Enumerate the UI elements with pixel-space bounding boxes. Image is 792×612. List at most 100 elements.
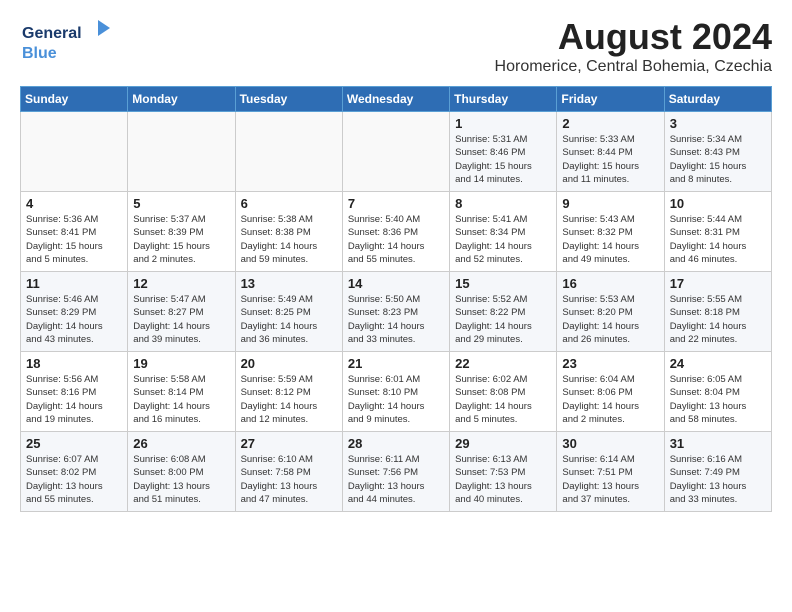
- day-number: 1: [455, 116, 551, 131]
- day-info: Sunrise: 6:16 AM Sunset: 7:49 PM Dayligh…: [670, 453, 766, 506]
- day-info: Sunrise: 6:14 AM Sunset: 7:51 PM Dayligh…: [562, 453, 658, 506]
- calendar-cell: 21 Sunrise: 6:01 AM Sunset: 8:10 PM Dayli…: [342, 352, 449, 432]
- calendar-cell: [342, 112, 449, 192]
- day-info: Sunrise: 6:07 AM Sunset: 8:02 PM Dayligh…: [26, 453, 122, 506]
- day-number: 26: [133, 436, 229, 451]
- day-info: Sunrise: 5:33 AM Sunset: 8:44 PM Dayligh…: [562, 133, 658, 186]
- day-info: Sunrise: 5:41 AM Sunset: 8:34 PM Dayligh…: [455, 213, 551, 266]
- calendar-cell: 27Sunrise: 6:10 AM Sunset: 7:58 PM Dayli…: [235, 432, 342, 512]
- day-number: 24: [670, 356, 766, 371]
- day-number: 3: [670, 116, 766, 131]
- header: General Blue August 2024 Horomerice, Cen…: [20, 16, 772, 76]
- day-info: Sunrise: 5:34 AM Sunset: 8:43 PM Dayligh…: [670, 133, 766, 186]
- calendar-cell: 28Sunrise: 6:11 AM Sunset: 7:56 PM Dayli…: [342, 432, 449, 512]
- day-number: 29: [455, 436, 551, 451]
- day-number: 13: [241, 276, 337, 291]
- header-monday: Monday: [128, 87, 235, 112]
- calendar-cell: [128, 112, 235, 192]
- header-friday: Friday: [557, 87, 664, 112]
- day-info: Sunrise: 5:52 AM Sunset: 8:22 PM Dayligh…: [455, 293, 551, 346]
- day-number: 30: [562, 436, 658, 451]
- day-info: Sunrise: 5:55 AM Sunset: 8:18 PM Dayligh…: [670, 293, 766, 346]
- calendar-cell: 19 Sunrise: 5:58 AM Sunset: 8:14 PM Dayli…: [128, 352, 235, 432]
- calendar-week-1: 1 Sunrise: 5:31 AM Sunset: 8:46 PM Daylig…: [21, 112, 772, 192]
- day-number: 28: [348, 436, 444, 451]
- calendar-cell: 17 Sunrise: 5:55 AM Sunset: 8:18 PM Dayli…: [664, 272, 771, 352]
- day-info: Sunrise: 5:59 AM Sunset: 8:12 PM Dayligh…: [241, 373, 337, 426]
- svg-text:General: General: [22, 25, 82, 42]
- header-tuesday: Tuesday: [235, 87, 342, 112]
- day-info: Sunrise: 6:13 AM Sunset: 7:53 PM Dayligh…: [455, 453, 551, 506]
- day-info: Sunrise: 5:38 AM Sunset: 8:38 PM Dayligh…: [241, 213, 337, 266]
- calendar-cell: 6 Sunrise: 5:38 AM Sunset: 8:38 PM Daylig…: [235, 192, 342, 272]
- day-number: 23: [562, 356, 658, 371]
- calendar-cell: 1 Sunrise: 5:31 AM Sunset: 8:46 PM Daylig…: [450, 112, 557, 192]
- calendar-cell: 22Sunrise: 6:02 AM Sunset: 8:08 PM Dayli…: [450, 352, 557, 432]
- day-info: Sunrise: 5:44 AM Sunset: 8:31 PM Dayligh…: [670, 213, 766, 266]
- day-number: 8: [455, 196, 551, 211]
- calendar-week-3: 11 Sunrise: 5:46 AM Sunset: 8:29 PM Dayli…: [21, 272, 772, 352]
- day-info: Sunrise: 6:08 AM Sunset: 8:00 PM Dayligh…: [133, 453, 229, 506]
- calendar-cell: 11 Sunrise: 5:46 AM Sunset: 8:29 PM Dayli…: [21, 272, 128, 352]
- calendar-cell: 26 Sunrise: 6:08 AM Sunset: 8:00 PM Dayli…: [128, 432, 235, 512]
- day-info: Sunrise: 5:43 AM Sunset: 8:32 PM Dayligh…: [562, 213, 658, 266]
- calendar-cell: 9 Sunrise: 5:43 AM Sunset: 8:32 PM Daylig…: [557, 192, 664, 272]
- day-number: 4: [26, 196, 122, 211]
- day-number: 7: [348, 196, 444, 211]
- calendar-cell: 18 Sunrise: 5:56 AM Sunset: 8:16 PM Dayli…: [21, 352, 128, 432]
- day-info: Sunrise: 5:49 AM Sunset: 8:25 PM Dayligh…: [241, 293, 337, 346]
- logo-svg: General Blue: [20, 16, 110, 64]
- day-info: Sunrise: 5:31 AM Sunset: 8:46 PM Dayligh…: [455, 133, 551, 186]
- calendar-cell: 14 Sunrise: 5:50 AM Sunset: 8:23 PM Dayli…: [342, 272, 449, 352]
- day-info: Sunrise: 5:46 AM Sunset: 8:29 PM Dayligh…: [26, 293, 122, 346]
- day-number: 15: [455, 276, 551, 291]
- calendar-cell: 25Sunrise: 6:07 AM Sunset: 8:02 PM Dayli…: [21, 432, 128, 512]
- calendar-cell: 23Sunrise: 6:04 AM Sunset: 8:06 PM Dayli…: [557, 352, 664, 432]
- calendar-cell: 30 Sunrise: 6:14 AM Sunset: 7:51 PM Dayli…: [557, 432, 664, 512]
- calendar-cell: 3 Sunrise: 5:34 AM Sunset: 8:43 PM Daylig…: [664, 112, 771, 192]
- month-title: August 2024: [495, 16, 772, 58]
- calendar-week-4: 18 Sunrise: 5:56 AM Sunset: 8:16 PM Dayli…: [21, 352, 772, 432]
- day-info: Sunrise: 5:36 AM Sunset: 8:41 PM Dayligh…: [26, 213, 122, 266]
- calendar-cell: 16 Sunrise: 5:53 AM Sunset: 8:20 PM Dayli…: [557, 272, 664, 352]
- day-number: 6: [241, 196, 337, 211]
- header-saturday: Saturday: [664, 87, 771, 112]
- calendar-cell: 13 Sunrise: 5:49 AM Sunset: 8:25 PM Dayli…: [235, 272, 342, 352]
- logo-area: General Blue: [20, 16, 110, 69]
- header-sunday: Sunday: [21, 87, 128, 112]
- calendar-cell: 8 Sunrise: 5:41 AM Sunset: 8:34 PM Daylig…: [450, 192, 557, 272]
- calendar-week-5: 25Sunrise: 6:07 AM Sunset: 8:02 PM Dayli…: [21, 432, 772, 512]
- calendar-cell: [21, 112, 128, 192]
- title-area: August 2024 Horomerice, Central Bohemia,…: [495, 16, 772, 76]
- logo: General Blue: [20, 16, 110, 69]
- day-number: 21: [348, 356, 444, 371]
- calendar-cell: 29 Sunrise: 6:13 AM Sunset: 7:53 PM Dayli…: [450, 432, 557, 512]
- calendar-cell: 20Sunrise: 5:59 AM Sunset: 8:12 PM Dayli…: [235, 352, 342, 432]
- day-number: 18: [26, 356, 122, 371]
- day-number: 14: [348, 276, 444, 291]
- day-info: Sunrise: 5:47 AM Sunset: 8:27 PM Dayligh…: [133, 293, 229, 346]
- day-info: Sunrise: 5:53 AM Sunset: 8:20 PM Dayligh…: [562, 293, 658, 346]
- header-thursday: Thursday: [450, 87, 557, 112]
- calendar-cell: 2 Sunrise: 5:33 AM Sunset: 8:44 PM Daylig…: [557, 112, 664, 192]
- header-wednesday: Wednesday: [342, 87, 449, 112]
- calendar-cell: [235, 112, 342, 192]
- day-number: 31: [670, 436, 766, 451]
- calendar-week-2: 4 Sunrise: 5:36 AM Sunset: 8:41 PM Daylig…: [21, 192, 772, 272]
- day-number: 2: [562, 116, 658, 131]
- day-info: Sunrise: 6:02 AM Sunset: 8:08 PM Dayligh…: [455, 373, 551, 426]
- day-info: Sunrise: 6:01 AM Sunset: 8:10 PM Dayligh…: [348, 373, 444, 426]
- day-number: 11: [26, 276, 122, 291]
- day-number: 9: [562, 196, 658, 211]
- day-info: Sunrise: 5:56 AM Sunset: 8:16 PM Dayligh…: [26, 373, 122, 426]
- day-info: Sunrise: 5:58 AM Sunset: 8:14 PM Dayligh…: [133, 373, 229, 426]
- day-number: 19: [133, 356, 229, 371]
- calendar-cell: 31 Sunrise: 6:16 AM Sunset: 7:49 PM Dayli…: [664, 432, 771, 512]
- calendar-cell: 15 Sunrise: 5:52 AM Sunset: 8:22 PM Dayli…: [450, 272, 557, 352]
- day-number: 16: [562, 276, 658, 291]
- day-number: 17: [670, 276, 766, 291]
- calendar-cell: 5Sunrise: 5:37 AM Sunset: 8:39 PM Daylig…: [128, 192, 235, 272]
- day-info: Sunrise: 5:50 AM Sunset: 8:23 PM Dayligh…: [348, 293, 444, 346]
- day-number: 27: [241, 436, 337, 451]
- day-number: 12: [133, 276, 229, 291]
